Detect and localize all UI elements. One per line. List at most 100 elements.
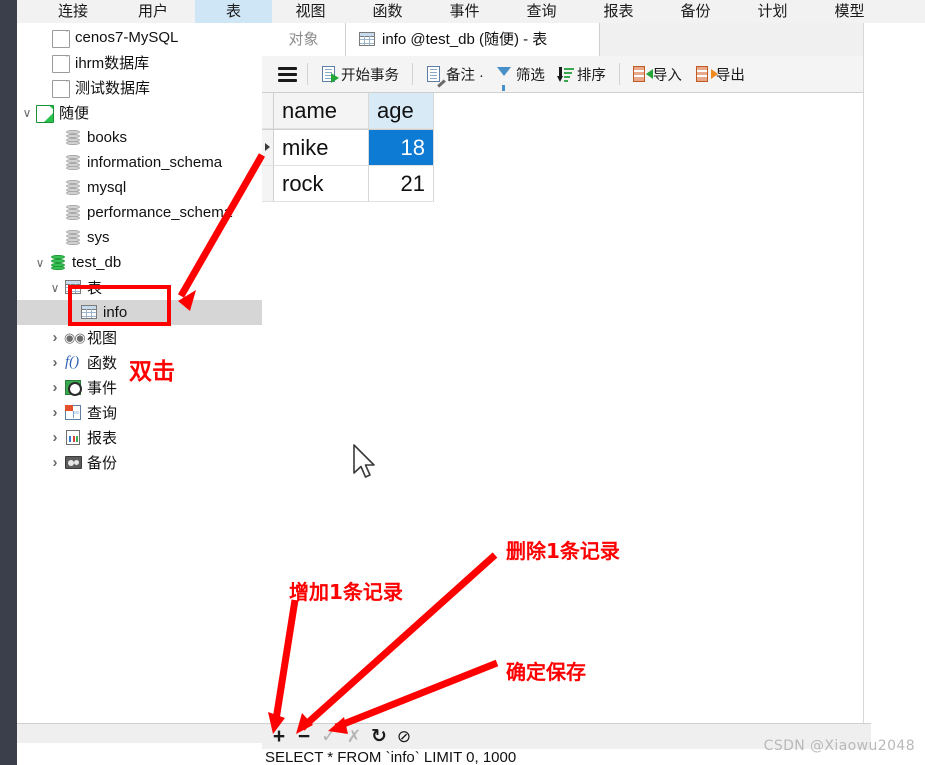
annotation-delete-record: 删除1条记录 xyxy=(506,539,620,563)
chevron-down-icon[interactable] xyxy=(32,256,48,270)
export-button[interactable]: 导出 xyxy=(691,60,750,88)
confirm-save-button[interactable]: ✓ xyxy=(320,726,338,747)
chevron-right-icon[interactable] xyxy=(47,429,63,446)
table-row[interactable]: rock 21 xyxy=(262,166,434,202)
chevron-right-icon[interactable] xyxy=(47,454,63,471)
tree-item-mysql[interactable]: mysql xyxy=(17,175,262,200)
column-header-label: name xyxy=(282,97,338,123)
tab-label: 对象 xyxy=(288,31,319,48)
grid-header-row: name age xyxy=(262,93,434,130)
database-icon xyxy=(63,204,83,221)
tree-item-label: 事件 xyxy=(87,380,118,397)
column-header-name[interactable]: name xyxy=(274,93,369,129)
button-label: 开始事务 xyxy=(341,67,399,84)
tree-item-reports-folder[interactable]: 报表 xyxy=(17,425,262,450)
left-status-strip xyxy=(17,723,262,744)
chevron-right-icon[interactable] xyxy=(47,329,63,346)
column-header-age[interactable]: age xyxy=(369,93,434,129)
menu-item-label: 表 xyxy=(225,3,241,20)
tree-item-suibian[interactable]: 随便 xyxy=(17,100,262,125)
tree-item-views-folder[interactable]: ◉◉ 视图 xyxy=(17,325,262,350)
note-button[interactable]: 备注 · xyxy=(421,60,489,88)
menu-item-label: 查询 xyxy=(526,3,557,20)
filter-button[interactable]: 筛选 xyxy=(491,60,550,91)
tree-item-test-db-conn[interactable]: 测试数据库 xyxy=(17,75,262,100)
tree-item-label: performance_schema xyxy=(87,204,233,221)
cell-value: mike xyxy=(282,134,329,160)
menu-item-report[interactable]: 报表 xyxy=(580,0,657,23)
tab-info-table[interactable]: info @test_db (随便) - 表 xyxy=(346,23,600,56)
table-grid-icon xyxy=(357,31,377,48)
cancel-edit-button[interactable]: ✗ xyxy=(345,728,363,746)
begin-transaction-button[interactable]: 开始事务 xyxy=(316,60,404,88)
connection-icon xyxy=(51,29,71,48)
chevron-down-icon[interactable] xyxy=(19,106,35,120)
menu-item-query[interactable]: 查询 xyxy=(503,0,580,23)
refresh-button[interactable]: ↻ xyxy=(370,726,388,747)
menu-item-schedule[interactable]: 计划 xyxy=(734,0,811,23)
tree-item-label: 随便 xyxy=(59,105,90,122)
left-rail xyxy=(0,0,17,765)
tree-item-label: information_schema xyxy=(87,154,223,171)
tree-item-ihrm-db[interactable]: ihrm数据库 xyxy=(17,50,262,75)
menu-item-label: 事件 xyxy=(449,3,480,20)
cell-age[interactable]: 18 xyxy=(369,130,434,166)
tree-item-label: 报表 xyxy=(87,430,118,447)
stop-icon: ⊘ xyxy=(396,727,412,746)
tree-item-label: 函数 xyxy=(87,355,118,372)
toolbar-separator xyxy=(412,63,413,85)
tree-item-books[interactable]: books xyxy=(17,125,262,150)
chevron-right-icon[interactable] xyxy=(47,354,63,371)
chevron-right-icon[interactable] xyxy=(47,404,63,421)
tree-item-information-schema[interactable]: information_schema xyxy=(17,150,262,175)
database-icon xyxy=(63,179,83,196)
button-label: 备注 · xyxy=(446,67,484,84)
add-record-button[interactable]: + xyxy=(270,725,288,748)
menu-item-backup[interactable]: 备份 xyxy=(657,0,734,23)
tab-objects[interactable]: 对象 xyxy=(262,23,346,56)
refresh-icon: ↻ xyxy=(371,726,387,747)
import-button[interactable]: 导入 xyxy=(628,60,687,88)
app-window: 连接 用户 表 视图 函数 事件 查询 报表 备份 计划 模型 cenos7-M… xyxy=(0,0,925,765)
column-header-label: age xyxy=(377,97,414,123)
menu-item-label: 连接 xyxy=(57,3,88,20)
menu-item-user[interactable]: 用户 xyxy=(111,0,195,23)
chevron-down-icon[interactable] xyxy=(47,281,63,295)
tree-item-label: cenos7-MySQL xyxy=(75,29,179,46)
tree-item-queries-folder[interactable]: 查询 xyxy=(17,400,262,425)
menu-item-model[interactable]: 模型 xyxy=(811,0,888,23)
tree-item-label: sys xyxy=(87,229,110,246)
tree-item-cenos7-mysql[interactable]: cenos7-MySQL xyxy=(17,25,262,50)
menu-item-label: 视图 xyxy=(295,3,326,20)
menu-item-table[interactable]: 表 xyxy=(195,0,272,23)
plus-icon: + xyxy=(272,725,286,748)
cell-name[interactable]: mike xyxy=(274,130,369,166)
chevron-right-icon[interactable] xyxy=(47,379,63,396)
tree-item-label: 测试数据库 xyxy=(75,80,151,97)
tree-item-sys[interactable]: sys xyxy=(17,225,262,250)
right-filler xyxy=(863,23,925,765)
tree-item-backups-folder[interactable]: 备份 xyxy=(17,450,262,475)
menu-item-event[interactable]: 事件 xyxy=(426,0,503,23)
delete-record-button[interactable]: − xyxy=(295,726,313,747)
menu-item-function[interactable]: 函数 xyxy=(349,0,426,23)
data-grid[interactable]: name age mike 18 rock 21 xyxy=(262,93,434,202)
button-label: 导出 xyxy=(715,67,745,84)
hamburger-icon[interactable] xyxy=(278,66,297,82)
tree-item-test-db[interactable]: test_db xyxy=(17,250,262,275)
table-row[interactable]: mike 18 xyxy=(262,130,434,166)
tree-item-performance-schema[interactable]: performance_schema xyxy=(17,200,262,225)
sort-button[interactable]: 排序 xyxy=(552,60,611,88)
function-icon: f() xyxy=(65,354,80,370)
tree-item-label: 备份 xyxy=(87,455,118,472)
sort-icon xyxy=(556,66,574,83)
note-icon xyxy=(426,65,446,88)
cell-age[interactable]: 21 xyxy=(369,166,434,202)
menu-item-view[interactable]: 视图 xyxy=(272,0,349,23)
tree-item-label: 视图 xyxy=(87,330,118,347)
menu-item-label: 函数 xyxy=(372,3,403,20)
check-icon: ✓ xyxy=(321,726,337,747)
cell-name[interactable]: rock xyxy=(274,166,369,202)
menu-item-connection[interactable]: 连接 xyxy=(35,0,111,23)
stop-button[interactable]: ⊘ xyxy=(395,728,413,746)
